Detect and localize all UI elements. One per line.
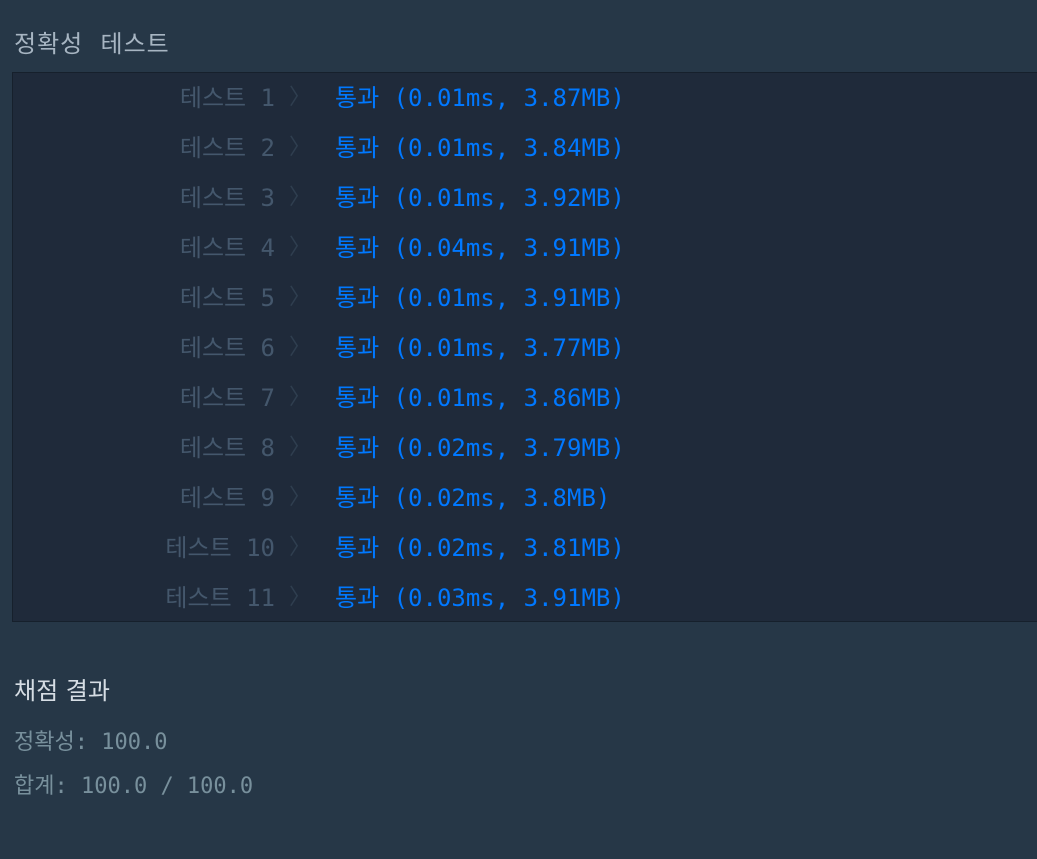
- test-label: 테스트 4: [179, 234, 275, 262]
- test-row: 테스트 1 〉 통과 (0.01ms, 3.87MB): [13, 73, 1033, 123]
- test-label: 테스트 5: [179, 284, 275, 312]
- test-result: 통과 (0.02ms, 3.8MB): [335, 484, 611, 512]
- chevron-right-icon: 〉: [289, 285, 312, 310]
- test-result: 통과 (0.01ms, 3.84MB): [335, 134, 625, 162]
- test-result: 통과 (0.01ms, 3.77MB): [335, 334, 625, 362]
- chevron-right-icon: 〉: [289, 185, 312, 210]
- chevron-right-icon: 〉: [289, 135, 312, 160]
- chevron-right-icon: 〉: [289, 585, 312, 610]
- test-row: 테스트 2 〉 통과 (0.01ms, 3.84MB): [13, 123, 1033, 173]
- test-result: 통과 (0.02ms, 3.81MB): [335, 534, 625, 562]
- test-result: 통과 (0.03ms, 3.91MB): [335, 584, 625, 612]
- test-result: 통과 (0.01ms, 3.86MB): [335, 384, 625, 412]
- test-label: 테스트 2: [179, 134, 275, 162]
- test-label: 테스트 11: [165, 584, 275, 612]
- test-label: 테스트 1: [179, 84, 275, 112]
- accuracy-score: 정확성: 100.0: [14, 730, 168, 755]
- test-result: 통과 (0.01ms, 3.91MB): [335, 284, 625, 312]
- test-row: 테스트 7 〉 통과 (0.01ms, 3.86MB): [13, 373, 1033, 423]
- chevron-right-icon: 〉: [289, 385, 312, 410]
- test-result: 통과 (0.04ms, 3.91MB): [335, 234, 625, 262]
- chevron-right-icon: 〉: [289, 535, 312, 560]
- test-result: 통과 (0.01ms, 3.87MB): [335, 84, 625, 112]
- chevron-right-icon: 〉: [289, 235, 312, 260]
- test-label: 테스트 3: [179, 184, 275, 212]
- test-row: 테스트 9 〉 통과 (0.02ms, 3.8MB): [13, 473, 1033, 523]
- accuracy-test-title: 정확성 테스트: [14, 30, 170, 58]
- test-results-panel: 테스트 1 〉 통과 (0.01ms, 3.87MB) 테스트 2 〉 통과 (…: [12, 72, 1037, 622]
- test-label: 테스트 8: [179, 434, 275, 462]
- test-row: 테스트 8 〉 통과 (0.02ms, 3.79MB): [13, 423, 1033, 473]
- test-label: 테스트 10: [165, 534, 275, 562]
- test-row: 테스트 5 〉 통과 (0.01ms, 3.91MB): [13, 273, 1033, 323]
- test-result: 통과 (0.02ms, 3.79MB): [335, 434, 625, 462]
- test-row: 테스트 3 〉 통과 (0.01ms, 3.92MB): [13, 173, 1033, 223]
- chevron-right-icon: 〉: [289, 485, 312, 510]
- test-label: 테스트 9: [179, 484, 275, 512]
- test-row: 테스트 11 〉 통과 (0.03ms, 3.91MB): [13, 573, 1033, 623]
- total-score: 합계: 100.0 / 100.0: [14, 774, 254, 799]
- test-row: 테스트 6 〉 통과 (0.01ms, 3.77MB): [13, 323, 1033, 373]
- test-row: 테스트 10 〉 통과 (0.02ms, 3.81MB): [13, 523, 1033, 573]
- test-result: 통과 (0.01ms, 3.92MB): [335, 184, 625, 212]
- test-label: 테스트 6: [179, 334, 275, 362]
- chevron-right-icon: 〉: [289, 435, 312, 460]
- grading-result-title: 채점 결과: [14, 677, 110, 705]
- chevron-right-icon: 〉: [289, 335, 312, 360]
- test-label: 테스트 7: [179, 384, 275, 412]
- test-row: 테스트 4 〉 통과 (0.04ms, 3.91MB): [13, 223, 1033, 273]
- chevron-right-icon: 〉: [289, 85, 312, 110]
